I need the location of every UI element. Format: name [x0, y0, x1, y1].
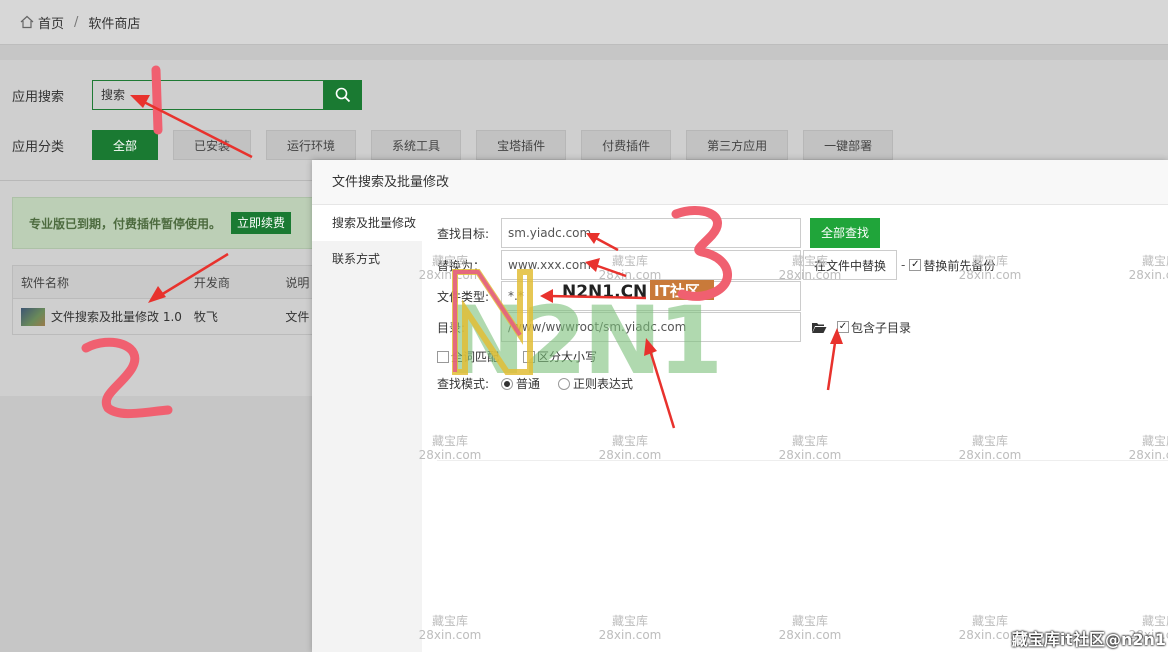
case-sensitive-label: 区分大小写: [537, 350, 598, 364]
tab-contact[interactable]: 联系方式: [312, 241, 422, 277]
app-search-label: 应用搜索: [12, 89, 65, 105]
find-all-button[interactable]: 全部查找: [810, 218, 881, 248]
breadcrumb-home[interactable]: 首页: [38, 13, 64, 32]
find-target-input[interactable]: sm.yiadc.com: [501, 218, 801, 248]
column-developer: 开发商: [193, 275, 230, 290]
include-subdir-label: 包含子目录: [851, 320, 912, 335]
mode-regex-radio[interactable]: [558, 377, 571, 390]
expiry-notice-text: 专业版已到期，付费插件暂停使用。: [29, 216, 222, 231]
modal-divider: [437, 460, 1168, 461]
directory-input[interactable]: /www/wwwroot/sm.yiadc.com: [501, 312, 801, 342]
replace-input[interactable]: www.xxx.com: [501, 250, 801, 280]
breadcrumb: 首页 / 软件商店: [0, 0, 1168, 45]
directory-row: 目录: /www/wwwroot/sm.yiadc.com 包含子目录: [437, 312, 911, 342]
mode-row: 查找模式: 普通 正则表达式: [437, 375, 633, 392]
cell-name: 文件搜索及批量修改 1.0: [13, 307, 186, 326]
home-icon: [20, 15, 34, 29]
app-table: 软件名称 开发商 说明 文件搜索及批量修改 1.0 牧飞 文件: [12, 265, 342, 335]
folder-open-icon[interactable]: [811, 321, 827, 334]
replace-row: 替换为： www.xxx.com 在文件中替换 - 替换前先备份: [437, 250, 995, 280]
column-name: 软件名称: [21, 275, 70, 290]
app-name: 文件搜索及批量修改 1.0: [51, 310, 182, 324]
category-one-click-deploy[interactable]: 一键部署: [803, 130, 894, 160]
corner-watermark: 藏宝库it社区@n2n1: [1011, 630, 1166, 649]
category-system-tools[interactable]: 系统工具: [371, 130, 462, 160]
replace-in-files-button[interactable]: 在文件中替换: [803, 250, 898, 280]
backup-label: 替换前先备份: [923, 258, 996, 273]
match-options-row: 全词匹配 区分大小写: [437, 348, 597, 365]
modal-sidebar: 搜索及批量修改 联系方式: [312, 205, 422, 652]
category-bt-plugins[interactable]: 宝塔插件: [476, 130, 567, 160]
find-row: 查找目标: sm.yiadc.com 全部查找: [437, 218, 881, 248]
tab-search-replace[interactable]: 搜索及批量修改: [312, 205, 422, 241]
breadcrumb-current: 软件商店: [88, 16, 141, 32]
table-row[interactable]: 文件搜索及批量修改 1.0 牧飞 文件: [12, 299, 342, 335]
whole-word-checkbox[interactable]: [437, 350, 449, 363]
renew-button[interactable]: 立即续费: [231, 212, 292, 234]
cell-developer: 牧飞: [193, 310, 218, 324]
mode-regex-label: 正则表达式: [573, 377, 634, 391]
category-all[interactable]: 全部: [92, 130, 159, 160]
table-header: 软件名称 开发商 说明: [12, 265, 342, 299]
category-runtime[interactable]: 运行环境: [266, 130, 357, 160]
dash: -: [901, 258, 906, 272]
app-search-row: 应用搜索 搜索: [12, 80, 362, 110]
modal-title: 文件搜索及批量修改: [312, 160, 1168, 205]
mode-normal-label: 普通: [516, 377, 541, 391]
mode-label: 查找模式:: [437, 377, 490, 391]
app-category-label: 应用分类: [12, 139, 65, 155]
filetype-row: 文件类型: *.*: [437, 281, 801, 311]
search-button[interactable]: [324, 80, 362, 110]
case-sensitive-checkbox[interactable]: [523, 350, 536, 363]
directory-label: 目录:: [437, 320, 466, 335]
filetype-label: 文件类型:: [437, 289, 490, 304]
backup-checkbox[interactable]: [909, 259, 922, 271]
mode-normal-radio[interactable]: [501, 377, 513, 390]
breadcrumb-separator: /: [74, 14, 79, 30]
include-subdir-checkbox[interactable]: [837, 321, 849, 333]
file-search-modal: 文件搜索及批量修改 搜索及批量修改 联系方式 查找目标: sm.yiadc.co…: [312, 160, 1168, 652]
filetype-input[interactable]: *.*: [501, 281, 801, 311]
replace-label: 替换为：: [437, 258, 486, 273]
app-category-row: 应用分类 全部 已安装 运行环境 系统工具 宝塔插件 付费插件 第三方应用 一键…: [12, 130, 908, 160]
category-installed[interactable]: 已安装: [173, 130, 252, 160]
category-third-party[interactable]: 第三方应用: [686, 130, 789, 160]
category-paid-plugins[interactable]: 付费插件: [581, 130, 672, 160]
modal-body: 查找目标: sm.yiadc.com 全部查找 替换为： www.xxx.com…: [422, 205, 1168, 652]
whole-word-label: 全词匹配: [451, 350, 500, 364]
search-icon: [335, 87, 351, 103]
app-search-input[interactable]: 搜索: [92, 80, 324, 110]
find-label: 查找目标:: [437, 226, 490, 241]
expiry-notice: 专业版已到期，付费插件暂停使用。 立即续费: [12, 197, 342, 249]
app-thumbnail: [21, 307, 45, 326]
